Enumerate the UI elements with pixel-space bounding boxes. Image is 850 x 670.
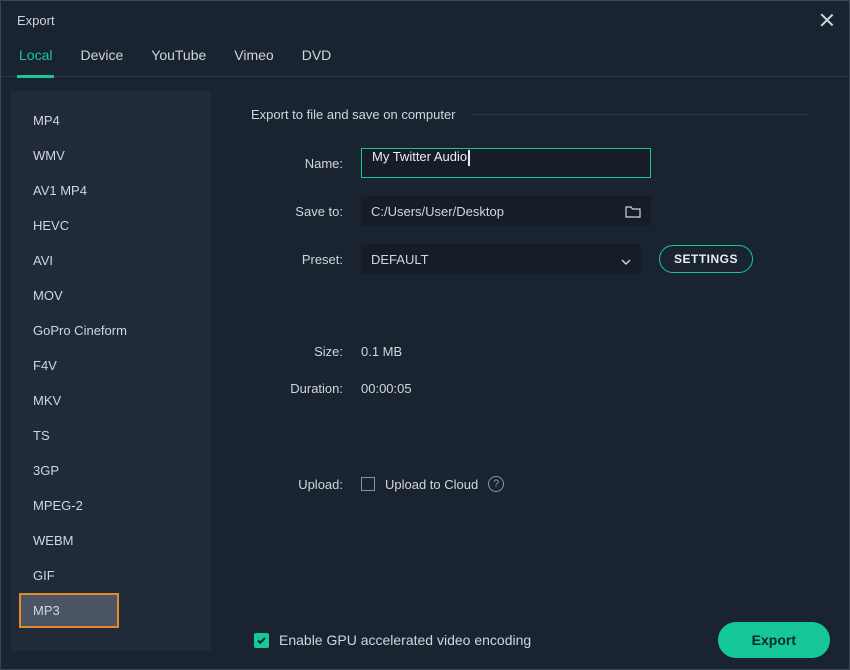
tab-local[interactable]: Local [17,41,54,78]
format-av1mp4[interactable]: AV1 MP4 [19,173,203,208]
format-mp4[interactable]: MP4 [19,103,203,138]
upload-text: Upload to Cloud [385,477,478,492]
format-f4v[interactable]: F4V [19,348,203,383]
section-heading: Export to file and save on computer [251,107,456,122]
gpu-checkbox[interactable] [254,633,269,648]
name-label: Name: [251,156,361,171]
upload-checkbox[interactable] [361,477,375,491]
export-button[interactable]: Export [718,622,830,658]
tabs: Local Device YouTube Vimeo DVD [1,35,849,77]
save-to-input[interactable]: C:/Users/User/Desktop [361,196,651,226]
section-header: Export to file and save on computer [251,107,809,122]
tab-youtube[interactable]: YouTube [149,41,208,76]
format-ts[interactable]: TS [19,418,203,453]
duration-value: 00:00:05 [361,381,412,396]
tab-device[interactable]: Device [78,41,125,76]
gpu-label: Enable GPU accelerated video encoding [279,632,531,648]
preset-label: Preset: [251,252,361,267]
save-to-value: C:/Users/User/Desktop [371,204,625,219]
main-panel: Export to file and save on computer Name… [211,77,849,669]
size-value: 0.1 MB [361,344,402,359]
titlebar: Export [1,1,849,35]
chevron-down-icon [621,254,631,264]
help-icon[interactable]: ? [488,476,504,492]
preset-select[interactable]: DEFAULT [361,244,641,274]
format-wmv[interactable]: WMV [19,138,203,173]
settings-button[interactable]: SETTINGS [659,245,753,273]
format-mov[interactable]: MOV [19,278,203,313]
folder-icon[interactable] [625,205,641,218]
format-mp3[interactable]: MP3 [19,593,119,628]
format-gif[interactable]: GIF [19,558,203,593]
format-avi[interactable]: AVI [19,243,203,278]
divider [472,114,809,115]
format-gopro[interactable]: GoPro Cineform [19,313,203,348]
duration-label: Duration: [251,381,361,396]
format-3gp[interactable]: 3GP [19,453,203,488]
name-input[interactable]: My Twitter Audio [361,148,651,178]
footer: Enable GPU accelerated video encoding Ex… [254,622,830,658]
format-sidebar: MP4 WMV AV1 MP4 HEVC AVI MOV GoPro Cinef… [11,91,211,651]
text-caret [468,150,470,166]
name-input-value: My Twitter Audio [372,149,467,164]
save-to-label: Save to: [251,204,361,219]
window-title: Export [17,13,55,28]
size-label: Size: [251,344,361,359]
format-hevc[interactable]: HEVC [19,208,203,243]
close-icon[interactable] [819,12,835,28]
preset-value: DEFAULT [371,252,621,267]
tab-vimeo[interactable]: Vimeo [232,41,275,76]
format-mpeg2[interactable]: MPEG-2 [19,488,203,523]
format-mkv[interactable]: MKV [19,383,203,418]
upload-label: Upload: [251,477,361,492]
tab-dvd[interactable]: DVD [300,41,334,76]
format-webm[interactable]: WEBM [19,523,203,558]
